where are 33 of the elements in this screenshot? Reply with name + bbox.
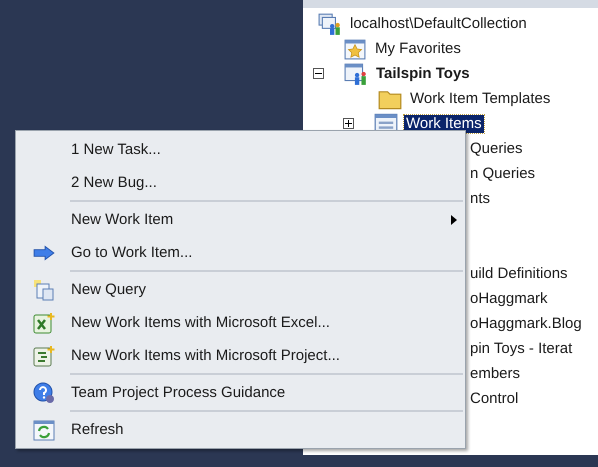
team-collection-icon xyxy=(318,12,342,34)
menu-item[interactable]: Refresh xyxy=(16,413,465,446)
tree-item[interactable]: Queries xyxy=(468,140,525,158)
tree-item[interactable]: Work Item Templates xyxy=(408,90,552,108)
tree-item[interactable]: My Favorites xyxy=(373,40,463,58)
menu-item[interactable]: Team Project Process Guidance xyxy=(16,376,465,409)
tree-item[interactable]: oHaggmark.Blog xyxy=(468,314,584,332)
menu-item[interactable]: 1 New Task... xyxy=(16,133,465,166)
tree-item[interactable]: Work Items xyxy=(404,114,484,132)
menu-item[interactable]: 2 New Bug... xyxy=(16,166,465,199)
tree-item[interactable]: nts xyxy=(468,190,492,208)
submenu-arrow-icon xyxy=(451,214,457,224)
help-icon xyxy=(32,382,54,404)
spreadsheet-icon xyxy=(32,312,54,334)
tree-item[interactable]: Tailspin Toys xyxy=(374,64,472,82)
team-project-icon xyxy=(344,62,368,84)
project-plan-icon xyxy=(32,344,54,366)
refresh-icon xyxy=(32,418,54,440)
tree-item[interactable]: pin Toys - Iterat xyxy=(468,340,574,358)
menu-item[interactable]: Go to Work Item... xyxy=(16,236,465,269)
tree-item[interactable]: Control xyxy=(468,390,520,408)
expand-toggle[interactable] xyxy=(343,118,354,129)
new-query-icon xyxy=(32,278,54,300)
menu-item[interactable]: New Work Item xyxy=(16,203,465,236)
menu-item[interactable]: New Work Items with Microsoft Project... xyxy=(16,339,465,372)
tree-item[interactable]: uild Definitions xyxy=(468,264,570,282)
tree-item[interactable]: embers xyxy=(468,364,522,382)
menu-item[interactable]: New Query xyxy=(16,273,465,306)
menu-item[interactable]: New Work Items with Microsoft Excel... xyxy=(16,306,465,339)
tree-item[interactable]: oHaggmark xyxy=(468,290,550,308)
tree-item[interactable]: localhost\DefaultCollection xyxy=(348,14,529,32)
tree-item[interactable]: n Queries xyxy=(468,164,538,182)
collapse-toggle[interactable] xyxy=(313,68,324,79)
